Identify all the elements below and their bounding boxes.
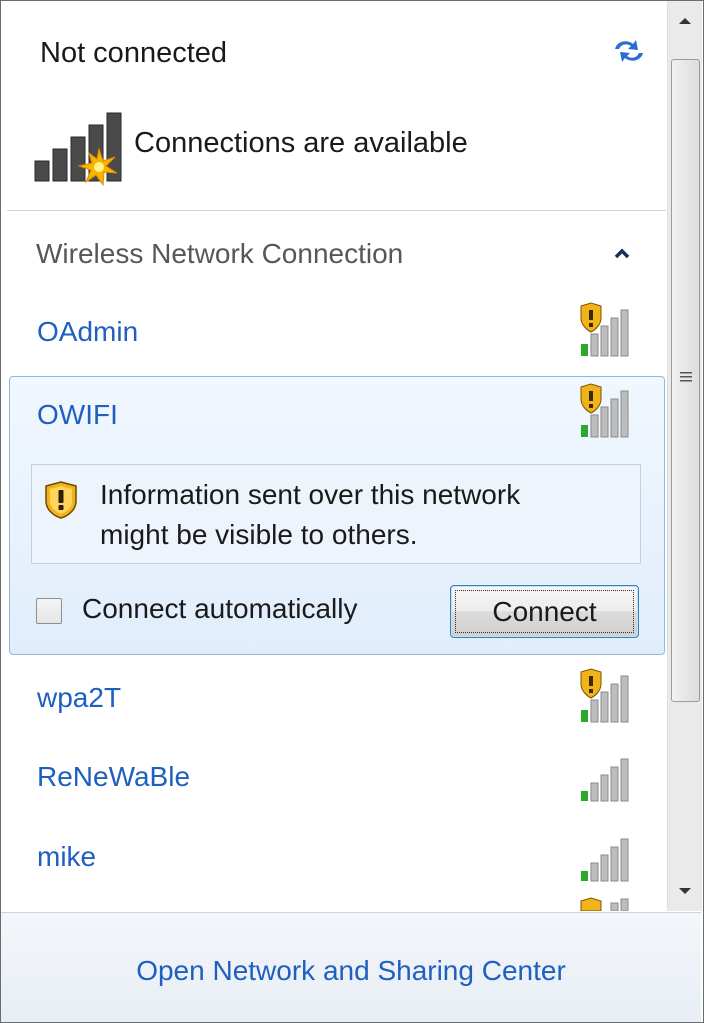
connection-status: Not connected [40, 37, 228, 69]
warning-text-line1: Information sent over this network [100, 479, 521, 510]
network-name: wpa2T [37, 682, 122, 713]
network-item[interactable]: ReNeWaBle [9, 743, 666, 813]
connect-automatically-label[interactable]: Connect automatically [82, 593, 357, 625]
connect-automatically-checkbox[interactable] [36, 598, 62, 624]
footer-bar: Open Network and Sharing Center [1, 912, 701, 1022]
connect-button-label: Connect [492, 596, 597, 627]
network-name: ReNeWaBle [37, 761, 191, 792]
arrow-down-icon [679, 888, 691, 894]
scroll-up-button[interactable] [668, 1, 702, 41]
scrollbar-thumb[interactable] [671, 59, 700, 702]
vertical-scrollbar[interactable] [667, 1, 702, 911]
partial-signal-icon [580, 897, 629, 911]
connect-button[interactable]: Connect [450, 585, 639, 638]
security-warning-box: Information sent over this network might… [31, 464, 641, 564]
grip-icon [680, 372, 692, 382]
availability-text: Connections are available [134, 127, 468, 159]
open-network-sharing-center-link[interactable]: Open Network and Sharing Center [1, 955, 701, 987]
network-item-selected[interactable]: OWIFI Information sent over this network… [9, 376, 665, 655]
unsecured-signal-icon [580, 383, 629, 438]
divider [7, 210, 666, 211]
network-list-panel: Not connected Connections are available … [1, 1, 666, 911]
network-item[interactable]: mike [9, 823, 666, 893]
chevron-up-icon[interactable] [607, 241, 637, 265]
network-name: mike [37, 841, 97, 872]
unsecured-signal-icon [580, 302, 629, 357]
signal-strength-icon [581, 758, 629, 802]
signal-strength-icon [581, 838, 629, 882]
unsecured-signal-icon [580, 668, 629, 723]
no-connection-signal-icon [34, 112, 122, 187]
refresh-arrows-icon[interactable] [609, 35, 649, 67]
warning-shield-icon [45, 481, 77, 519]
network-item[interactable]: OAdmin [9, 298, 666, 368]
network-item[interactable]: wpa2T [9, 664, 666, 734]
scroll-down-button[interactable] [668, 871, 702, 911]
arrow-up-icon [679, 18, 691, 24]
warning-text-line2: might be visible to others. [100, 519, 418, 550]
section-title: Wireless Network Connection [36, 238, 404, 269]
network-name: OAdmin [37, 316, 139, 347]
network-name: OWIFI [37, 399, 118, 430]
